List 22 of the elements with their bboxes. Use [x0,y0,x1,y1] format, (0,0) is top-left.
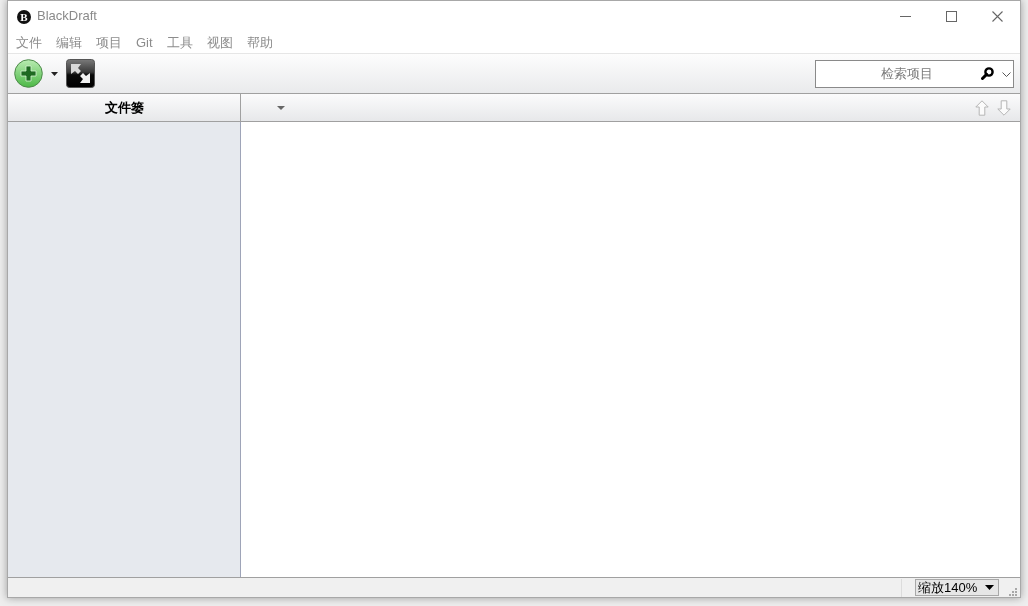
close-icon[interactable] [991,10,1003,22]
app-logo-icon: B [17,9,31,24]
plus-icon[interactable] [14,59,43,88]
corner-arrows-icon[interactable] [66,59,95,88]
menu-item[interactable]: 编辑 [49,31,89,53]
sidebar-title: 文件篓 [104,99,144,116]
chevron-icon[interactable] [1002,71,1011,77]
menu-item[interactable]: 项目 [89,31,129,53]
menu-item[interactable]: Git [129,31,160,53]
window-title: BlackDraft [37,8,97,24]
menu-item[interactable]: 工具 [159,31,200,53]
search-icon[interactable] [981,66,994,80]
zoom-dropdown[interactable]: 缩放140% [915,579,999,596]
search-field[interactable]: 检索项目 [815,59,1014,88]
caret-icon[interactable] [985,585,994,590]
menu-item[interactable]: 视图 [199,31,240,53]
menu-item[interactable]: 帮助 [239,31,280,53]
minimize-icon[interactable] [899,15,911,17]
maximize-icon[interactable] [945,10,957,22]
caret-icon[interactable] [51,71,58,76]
resize-grip-icon[interactable] [1009,588,1017,596]
menu-item[interactable]: 文件 [9,31,49,53]
